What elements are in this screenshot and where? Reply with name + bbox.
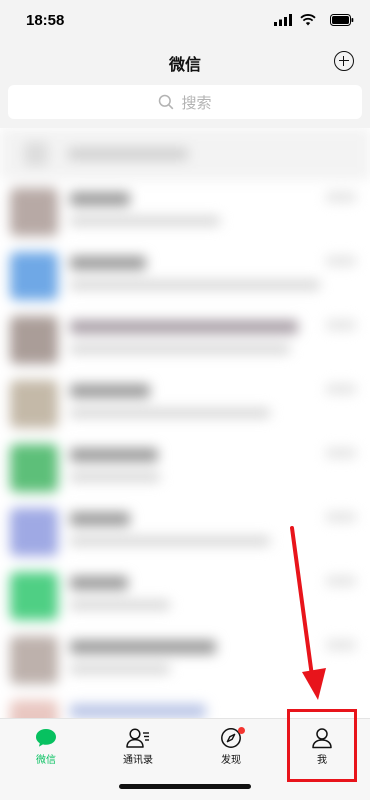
list-item[interactable]	[0, 372, 370, 436]
page-title: 微信	[168, 55, 201, 74]
annotation-highlight-box	[287, 709, 357, 782]
avatar	[10, 572, 58, 620]
chat-preview	[70, 664, 170, 674]
chat-title	[70, 704, 206, 718]
chat-preview	[70, 600, 170, 610]
notification-dot	[238, 727, 245, 734]
chat-title	[70, 384, 150, 398]
list-item[interactable]	[0, 244, 370, 308]
signal-icon	[274, 14, 292, 26]
search-icon	[159, 94, 174, 110]
chat-bubble-icon	[36, 729, 56, 747]
status-bar: 18:58	[0, 0, 370, 44]
chat-title	[70, 448, 158, 462]
tab-chats[interactable]: 微信	[16, 727, 76, 773]
avatar	[10, 700, 58, 718]
chat-preview	[70, 344, 290, 354]
chat-time	[326, 320, 356, 330]
chat-title	[70, 192, 130, 206]
home-indicator	[119, 784, 251, 789]
contacts-icon	[126, 728, 149, 748]
list-item[interactable]	[0, 436, 370, 500]
tab-contacts[interactable]: 通讯录	[108, 727, 168, 773]
add-button[interactable]	[334, 51, 354, 71]
avatar	[10, 380, 58, 428]
chat-title	[70, 512, 130, 526]
chat-time	[326, 576, 356, 586]
chat-preview	[70, 280, 320, 290]
pinned-row	[0, 128, 370, 180]
chat-preview	[70, 536, 270, 546]
tab-label: 微信	[36, 755, 56, 766]
list-item[interactable]	[0, 564, 370, 628]
nav-bar: 微信	[0, 44, 370, 82]
chat-time	[326, 256, 356, 266]
chat-time	[326, 512, 356, 522]
chat-title	[70, 320, 298, 334]
avatar	[10, 508, 58, 556]
tab-discover[interactable]: 发现	[201, 727, 261, 773]
avatar	[10, 444, 58, 492]
chat-title	[70, 256, 146, 270]
status-time: 18:58	[26, 12, 65, 29]
chat-time	[326, 640, 356, 650]
avatar	[10, 636, 58, 684]
search-placeholder: 搜索	[181, 93, 212, 112]
blurred-chat-content	[0, 128, 370, 718]
chat-time	[326, 192, 356, 202]
avatar	[10, 188, 58, 236]
chat-preview	[70, 408, 270, 418]
list-item[interactable]	[0, 180, 370, 244]
chat-list[interactable]	[0, 128, 370, 718]
tab-label: 发现	[221, 755, 241, 766]
list-item[interactable]	[0, 308, 370, 372]
avatar	[10, 316, 58, 364]
chat-time	[326, 384, 356, 394]
chat-preview	[70, 216, 220, 226]
chat-title	[70, 640, 216, 654]
chat-title	[70, 576, 128, 590]
tab-label: 通讯录	[123, 755, 153, 766]
folder-icon	[24, 142, 48, 166]
chat-preview	[70, 472, 160, 482]
list-item[interactable]	[0, 500, 370, 564]
list-item[interactable]	[0, 628, 370, 692]
search-input[interactable]: 搜索	[8, 85, 362, 119]
wifi-icon	[300, 14, 316, 26]
battery-icon	[330, 14, 354, 26]
chat-time	[326, 448, 356, 458]
avatar	[10, 252, 58, 300]
pinned-text	[68, 148, 188, 160]
search-bar: 搜索	[0, 82, 370, 128]
